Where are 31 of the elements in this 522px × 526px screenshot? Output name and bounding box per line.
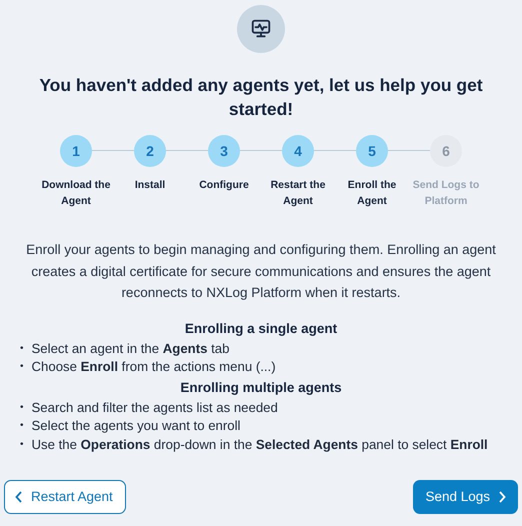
list-item: Choose Enroll from the actions menu (...) <box>32 358 276 376</box>
step-number: 4 <box>282 135 314 167</box>
step-number: 3 <box>208 135 240 167</box>
step-number: 6 <box>430 135 462 167</box>
step-label: Send Logs to Platform <box>412 178 480 209</box>
list-item: Use the Operations drop-down in the Selected Agents panel to select Enroll <box>32 436 488 454</box>
section-heading: Enrolling multiple agents <box>179 378 343 397</box>
bullet-mark: • <box>20 360 24 374</box>
step-number: 2 <box>134 135 166 167</box>
step-label: Install <box>134 178 166 193</box>
bullet-mark: • <box>20 419 24 433</box>
step-label: Download the Agent <box>40 178 112 209</box>
chevron-left-icon <box>15 491 23 504</box>
monitor-icon <box>237 5 285 53</box>
send-logs-button[interactable]: Send Logs <box>413 480 518 514</box>
step-number: 5 <box>356 135 388 167</box>
list-item: Search and filter the agents list as needed <box>32 398 278 417</box>
step-label: Enroll the Agent <box>346 178 398 209</box>
section-heading: Enrolling a single agent <box>184 320 338 338</box>
list-item: Select the agents you want to enroll <box>32 417 240 435</box>
step-label: Restart the Agent <box>270 178 326 209</box>
step-label: Configure <box>198 178 250 193</box>
list-item: Select an agent in the Agents tab <box>32 340 230 358</box>
step-number: 1 <box>60 135 92 167</box>
bullet-mark: • <box>20 400 24 414</box>
bullet-mark: • <box>20 342 24 356</box>
page-title: You haven't added any agents yet, let us help you get started! <box>38 74 484 121</box>
restart-agent-button[interactable]: Restart Agent <box>4 480 126 514</box>
bullet-mark: • <box>20 438 24 452</box>
chevron-right-icon <box>498 491 506 504</box>
description-text: Enroll your agents to begin managing and configuring them. Enrolling an agent creates a digital certificate for secure communications and ensures the agent reconnects to NXLog Platform when it restarts. <box>25 241 497 302</box>
